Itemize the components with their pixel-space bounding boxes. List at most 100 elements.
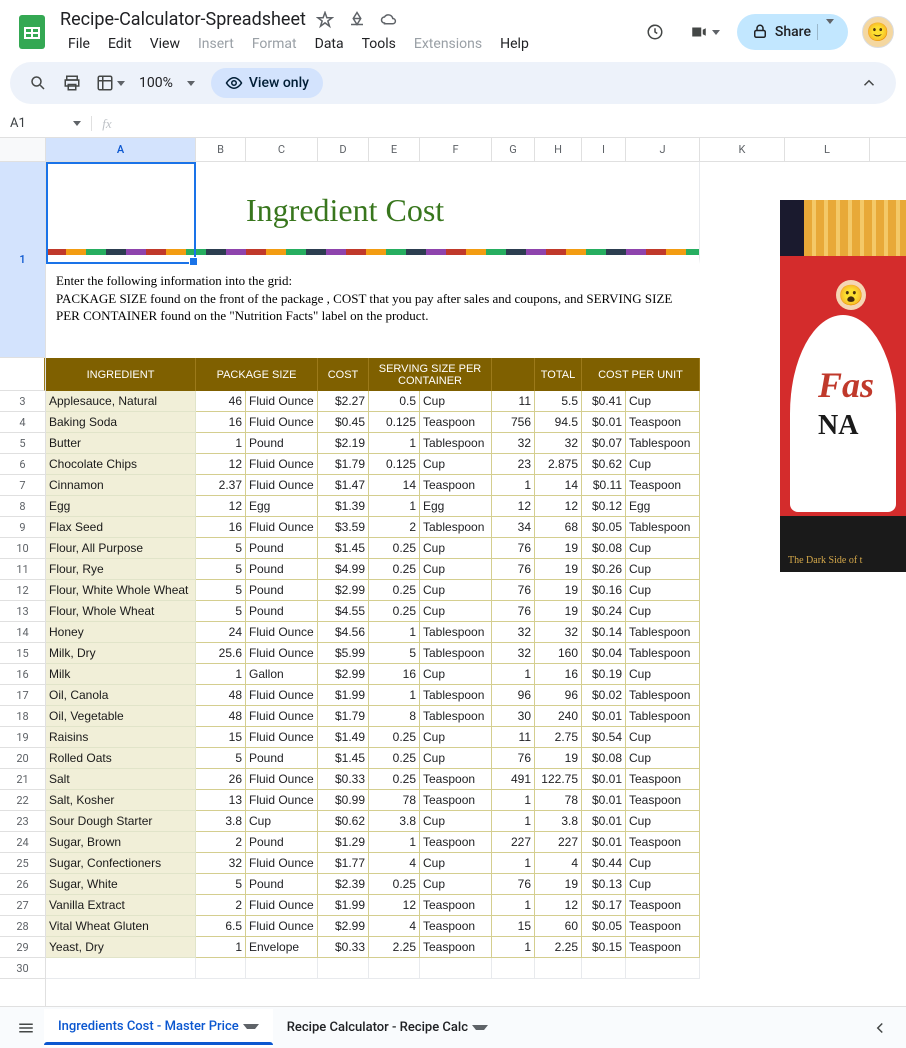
- table-row[interactable]: Flour, All Purpose5Pound$1.450.25Cup7619…: [46, 538, 700, 559]
- drive-icon[interactable]: [348, 11, 366, 29]
- cell[interactable]: 0.25: [369, 727, 420, 748]
- cell[interactable]: Cup: [626, 874, 700, 895]
- cell[interactable]: Cup: [626, 538, 700, 559]
- row-header[interactable]: 6: [0, 454, 45, 475]
- table-row[interactable]: Salt, Kosher13Fluid Ounce$0.9978Teaspoon…: [46, 790, 700, 811]
- cell[interactable]: 13: [196, 790, 246, 811]
- cell[interactable]: $0.05: [582, 517, 626, 538]
- table-row[interactable]: Honey24Fluid Ounce$4.561Tablespoon3232$0…: [46, 622, 700, 643]
- cell[interactable]: $0.11: [582, 475, 626, 496]
- cell[interactable]: Cup: [420, 391, 492, 412]
- row-header[interactable]: 21: [0, 769, 45, 790]
- cell[interactable]: Cup: [420, 454, 492, 475]
- cell[interactable]: 32: [196, 853, 246, 874]
- cell[interactable]: [582, 958, 626, 979]
- column-header-J[interactable]: J: [626, 138, 700, 161]
- cell[interactable]: Teaspoon: [626, 937, 700, 958]
- cell[interactable]: Fluid Ounce: [246, 454, 318, 475]
- cell[interactable]: 26: [196, 769, 246, 790]
- cell[interactable]: 5: [196, 580, 246, 601]
- table-row[interactable]: Applesauce, Natural46Fluid Ounce$2.270.5…: [46, 391, 700, 412]
- table-row[interactable]: Sugar, White5Pound$2.390.25Cup7619$0.13C…: [46, 874, 700, 895]
- cell[interactable]: Cup: [626, 454, 700, 475]
- cell[interactable]: 32: [535, 622, 582, 643]
- column-header-C[interactable]: C: [246, 138, 318, 161]
- cell[interactable]: 5.5: [535, 391, 582, 412]
- cell[interactable]: 240: [535, 706, 582, 727]
- row-header[interactable]: 13: [0, 601, 45, 622]
- row-header[interactable]: 16: [0, 664, 45, 685]
- cell[interactable]: $4.56: [318, 622, 369, 643]
- cell[interactable]: 1: [492, 790, 535, 811]
- cell[interactable]: 756: [492, 412, 535, 433]
- cell[interactable]: Teaspoon: [420, 475, 492, 496]
- cell[interactable]: 5: [196, 601, 246, 622]
- row-header[interactable]: 23: [0, 811, 45, 832]
- cell[interactable]: $3.59: [318, 517, 369, 538]
- cell[interactable]: $0.07: [582, 433, 626, 454]
- column-header-H[interactable]: H: [535, 138, 582, 161]
- cell[interactable]: [492, 958, 535, 979]
- cell[interactable]: 76: [492, 874, 535, 895]
- cell[interactable]: 19: [535, 601, 582, 622]
- cell[interactable]: 0.25: [369, 874, 420, 895]
- cell[interactable]: Tablespoon: [420, 643, 492, 664]
- cell[interactable]: Teaspoon: [626, 916, 700, 937]
- cell[interactable]: Cup: [626, 727, 700, 748]
- table-row[interactable]: Milk1Gallon$2.9916Cup116$0.19Cup: [46, 664, 700, 685]
- cell[interactable]: $0.15: [582, 937, 626, 958]
- cell[interactable]: 16: [369, 664, 420, 685]
- cell[interactable]: Teaspoon: [420, 916, 492, 937]
- cell[interactable]: 32: [535, 433, 582, 454]
- cell[interactable]: 0.25: [369, 580, 420, 601]
- table-row[interactable]: Flour, White Whole Wheat5Pound$2.990.25C…: [46, 580, 700, 601]
- cell[interactable]: 2.37: [196, 475, 246, 496]
- cell[interactable]: Fluid Ounce: [246, 895, 318, 916]
- column-header-A[interactable]: A: [46, 138, 196, 161]
- cell[interactable]: 32: [492, 433, 535, 454]
- cell[interactable]: Applesauce, Natural: [46, 391, 196, 412]
- cells[interactable]: Ingredient Cost Enter the following info…: [46, 162, 906, 264]
- cell[interactable]: 1: [492, 475, 535, 496]
- cell[interactable]: 1: [369, 433, 420, 454]
- row-header[interactable]: 18: [0, 706, 45, 727]
- cell[interactable]: Fluid Ounce: [246, 517, 318, 538]
- cell[interactable]: $0.04: [582, 643, 626, 664]
- cell[interactable]: 34: [492, 517, 535, 538]
- cell[interactable]: Teaspoon: [420, 412, 492, 433]
- cell[interactable]: $0.08: [582, 538, 626, 559]
- cell[interactable]: 12: [535, 496, 582, 517]
- cell[interactable]: [246, 958, 318, 979]
- cell[interactable]: 1: [492, 811, 535, 832]
- cell[interactable]: Flour, Rye: [46, 559, 196, 580]
- row-header[interactable]: 8: [0, 496, 45, 517]
- row-header[interactable]: 14: [0, 622, 45, 643]
- cell[interactable]: 2.25: [535, 937, 582, 958]
- document-title[interactable]: Recipe-Calculator-Spreadsheet: [60, 9, 306, 30]
- cell[interactable]: Oil, Canola: [46, 685, 196, 706]
- cell[interactable]: Fluid Ounce: [246, 853, 318, 874]
- cell[interactable]: 2: [196, 832, 246, 853]
- cell[interactable]: Teaspoon: [626, 475, 700, 496]
- cell[interactable]: 46: [196, 391, 246, 412]
- row-header[interactable]: 30: [0, 958, 45, 979]
- cell[interactable]: Teaspoon: [420, 832, 492, 853]
- cell[interactable]: Teaspoon: [626, 832, 700, 853]
- cell[interactable]: Fluid Ounce: [246, 706, 318, 727]
- cell[interactable]: 32: [492, 643, 535, 664]
- cell[interactable]: Teaspoon: [626, 769, 700, 790]
- cell[interactable]: $0.02: [582, 685, 626, 706]
- cell[interactable]: Gallon: [246, 664, 318, 685]
- cell[interactable]: 5: [196, 874, 246, 895]
- cell[interactable]: Tablespoon: [420, 433, 492, 454]
- column-header-K[interactable]: K: [700, 138, 785, 161]
- filter-icon[interactable]: [90, 67, 131, 99]
- cell[interactable]: Cup: [420, 538, 492, 559]
- column-header-F[interactable]: F: [420, 138, 492, 161]
- row-header[interactable]: 17: [0, 685, 45, 706]
- cell[interactable]: 122.75: [535, 769, 582, 790]
- cell[interactable]: 14: [369, 475, 420, 496]
- cell[interactable]: Fluid Ounce: [246, 643, 318, 664]
- cell[interactable]: $0.01: [582, 811, 626, 832]
- cell[interactable]: $0.01: [582, 790, 626, 811]
